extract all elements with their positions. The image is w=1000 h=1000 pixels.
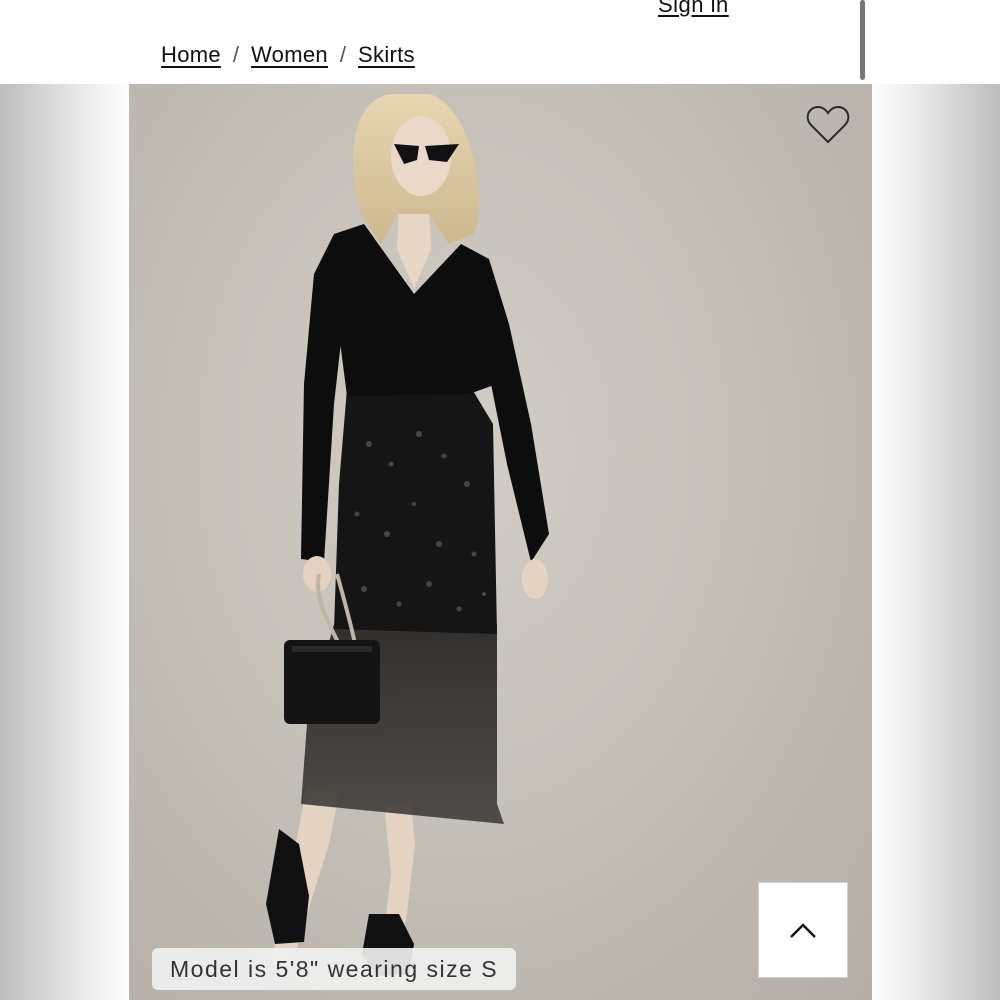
- scrollbar-thumb[interactable]: [860, 0, 865, 80]
- page-header: Sign in Home / Women / Skirts: [129, 0, 872, 84]
- breadcrumb-separator: /: [339, 42, 347, 67]
- breadcrumb-skirts[interactable]: Skirts: [358, 42, 415, 68]
- chevron-up-icon: [790, 923, 816, 938]
- sign-in-link[interactable]: Sign in: [658, 0, 729, 18]
- model-size-caption: Model is 5'8" wearing size S: [152, 948, 517, 990]
- product-page: Sign in Home / Women / Skirts Model is 5…: [129, 0, 872, 1000]
- model-photo: [266, 94, 549, 976]
- breadcrumb-women[interactable]: Women: [251, 42, 328, 68]
- product-image[interactable]: Model is 5'8" wearing size S: [129, 84, 872, 1000]
- breadcrumb: Home / Women / Skirts: [161, 42, 415, 68]
- back-to-top-button[interactable]: [758, 882, 848, 978]
- breadcrumb-separator: /: [232, 42, 240, 67]
- heart-outline-icon[interactable]: [805, 104, 851, 146]
- breadcrumb-home[interactable]: Home: [161, 42, 221, 68]
